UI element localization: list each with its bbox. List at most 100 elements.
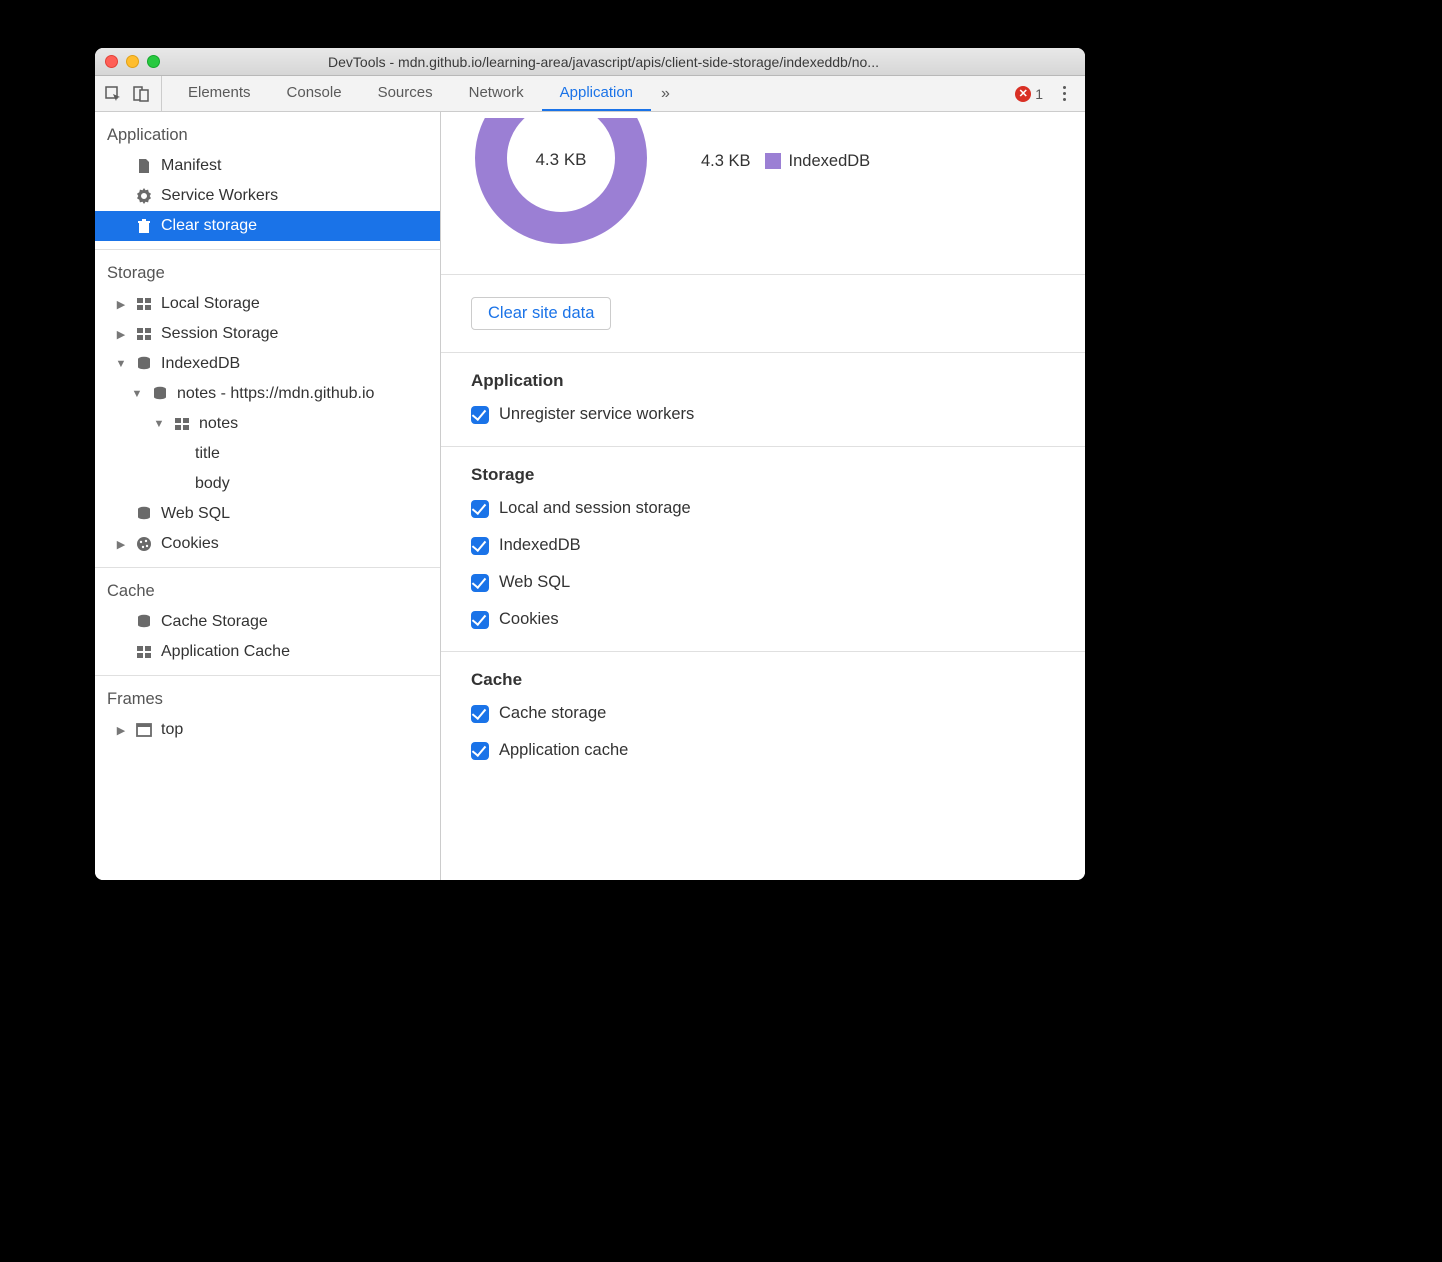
sidebar-item-label: notes [199,415,238,433]
sidebar-item-label: body [195,475,230,493]
database-icon [135,505,153,523]
tab-elements[interactable]: Elements [170,76,269,111]
sidebar-item-application-cache[interactable]: Application Cache [95,637,440,667]
sidebar-item-idb-database[interactable]: ▼ notes - https://mdn.github.io [95,379,440,409]
checkbox-label: Cache storage [499,704,606,723]
chevron-right-icon: ▶ [115,328,127,341]
sidebar-header-application: Application [95,120,440,151]
checkbox-unregister-sw[interactable]: Unregister service workers [471,405,1055,424]
sidebar-item-label: title [195,445,220,463]
group-header: Cache [471,670,1055,690]
device-icon[interactable] [131,84,151,104]
checkbox-icon [471,705,489,723]
main: Application Manifest Service Workers Cle… [95,112,1085,880]
tab-network[interactable]: Network [451,76,542,111]
sidebar-item-idb-field-title[interactable]: title [95,439,440,469]
sidebar-item-label: Clear storage [161,217,257,235]
checkbox-cookies[interactable]: Cookies [471,610,1055,629]
sidebar-item-indexeddb[interactable]: ▼ IndexedDB [95,349,440,379]
group-header: Application [471,371,1055,391]
legend-swatch [765,153,781,169]
kebab-menu-icon[interactable] [1055,86,1073,101]
sidebar-item-idb-field-body[interactable]: body [95,469,440,499]
sidebar-item-web-sql[interactable]: Web SQL [95,499,440,529]
window-title: DevTools - mdn.github.io/learning-area/j… [172,54,1075,70]
chevron-down-icon: ▼ [115,358,127,370]
devtools-window: DevTools - mdn.github.io/learning-area/j… [95,48,1085,880]
database-icon [135,613,153,631]
minimize-icon[interactable] [126,55,139,68]
sidebar-header-cache: Cache [95,576,440,607]
chevron-down-icon: ▼ [153,418,165,430]
error-badge[interactable]: ✕ 1 [1015,86,1043,102]
checkbox-label: Web SQL [499,573,570,592]
group-cache: Cache Cache storage Application cache [441,652,1085,782]
inspect-icon[interactable] [103,84,123,104]
group-storage: Storage Local and session storage Indexe… [441,447,1085,652]
checkbox-label: Application cache [499,741,628,760]
checkbox-icon [471,611,489,629]
trash-icon [135,217,153,235]
table-icon [135,643,153,661]
maximize-icon[interactable] [147,55,160,68]
sidebar-section-application: Application Manifest Service Workers Cle… [95,112,440,250]
sidebar-item-cache-storage[interactable]: Cache Storage [95,607,440,637]
tabs-overflow-icon[interactable]: » [651,76,680,111]
sidebar-item-cookies[interactable]: ▶ Cookies [95,529,440,559]
sidebar-item-label: Manifest [161,157,221,175]
sidebar-item-frame-top[interactable]: ▶ top [95,715,440,745]
sidebar-item-label: Cache Storage [161,613,268,631]
chevron-right-icon: ▶ [115,298,127,311]
chevron-right-icon: ▶ [115,538,127,551]
sidebar-item-label: Local Storage [161,295,260,313]
sidebar: Application Manifest Service Workers Cle… [95,112,441,880]
tab-sources[interactable]: Sources [360,76,451,111]
traffic-lights [105,55,160,68]
sidebar-item-manifest[interactable]: Manifest [95,151,440,181]
chevron-down-icon: ▼ [131,388,143,400]
database-icon [135,355,153,373]
sidebar-section-cache: Cache Cache Storage Application Cache [95,568,440,676]
tab-console[interactable]: Console [269,76,360,111]
error-count: 1 [1035,86,1043,102]
usage-donut: 4.3 KB [471,118,651,248]
checkbox-icon [471,500,489,518]
sidebar-item-idb-store[interactable]: ▼ notes [95,409,440,439]
sidebar-item-service-workers[interactable]: Service Workers [95,181,440,211]
checkbox-local-session[interactable]: Local and session storage [471,499,1055,518]
checkbox-icon [471,574,489,592]
checkbox-cache-storage[interactable]: Cache storage [471,704,1055,723]
sidebar-item-local-storage[interactable]: ▶ Local Storage [95,289,440,319]
tab-application[interactable]: Application [542,76,651,111]
tabs-bar: Elements Console Sources Network Applica… [95,76,1085,112]
frame-icon [135,721,153,739]
file-icon [135,157,153,175]
sidebar-section-storage: Storage ▶ Local Storage ▶ Session Storag… [95,250,440,568]
group-application: Application Unregister service workers [441,353,1085,447]
sidebar-section-frames: Frames ▶ top [95,676,440,753]
sidebar-item-label: Application Cache [161,643,290,661]
sidebar-item-label: top [161,721,183,739]
close-icon[interactable] [105,55,118,68]
checkbox-web-sql[interactable]: Web SQL [471,573,1055,592]
content: 4.3 KB 4.3 KB IndexedDB Clear site data … [441,112,1085,880]
checkbox-icon [471,742,489,760]
checkbox-icon [471,406,489,424]
sidebar-item-session-storage[interactable]: ▶ Session Storage [95,319,440,349]
checkbox-indexeddb[interactable]: IndexedDB [471,536,1055,555]
sidebar-item-clear-storage[interactable]: Clear storage [95,211,440,241]
sidebar-item-label: Web SQL [161,505,230,523]
checkbox-label: Local and session storage [499,499,691,518]
clear-row: Clear site data [441,275,1085,353]
usage-row: 4.3 KB 4.3 KB IndexedDB [441,112,1085,275]
sidebar-header-storage: Storage [95,258,440,289]
chevron-right-icon: ▶ [115,724,127,737]
checkbox-label: Cookies [499,610,559,629]
table-icon [135,325,153,343]
checkbox-label: Unregister service workers [499,405,694,424]
clear-site-data-button[interactable]: Clear site data [471,297,611,330]
checkbox-application-cache[interactable]: Application cache [471,741,1055,760]
tabs: Elements Console Sources Network Applica… [170,76,680,111]
usage-legend: 4.3 KB IndexedDB [701,152,870,171]
error-icon: ✕ [1015,86,1031,102]
